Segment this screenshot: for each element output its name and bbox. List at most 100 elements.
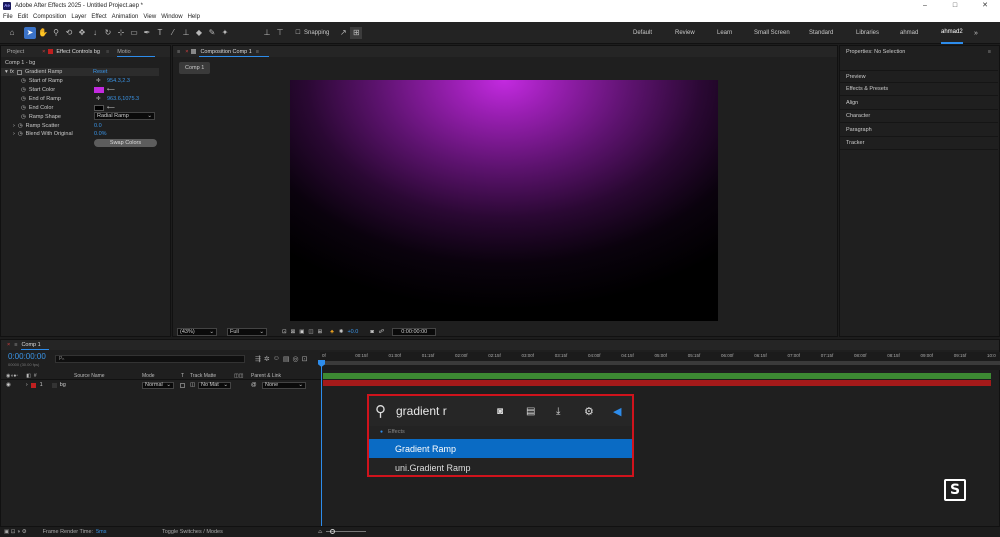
- distribute-icon[interactable]: ⊤: [274, 27, 286, 39]
- menu-composition[interactable]: Composition: [33, 14, 66, 20]
- tab-menu-icon[interactable]: ≡: [106, 49, 109, 55]
- panel-align[interactable]: Align: [840, 97, 998, 110]
- panel-preview[interactable]: Preview: [840, 70, 998, 83]
- anchor-tool-icon[interactable]: ⊹: [115, 27, 127, 39]
- end-color-swatch[interactable]: [94, 105, 104, 111]
- workspace-libraries[interactable]: Libraries: [856, 22, 879, 44]
- type-tool-icon[interactable]: T: [154, 27, 166, 39]
- reset-link[interactable]: Reset: [93, 69, 107, 75]
- close-tab-icon[interactable]: ×: [185, 49, 188, 55]
- stopwatch-icon[interactable]: ◷: [21, 96, 26, 102]
- snap-edge-icon[interactable]: ↗: [337, 27, 349, 39]
- channel-icon[interactable]: ⊞: [318, 329, 323, 335]
- maximize-button[interactable]: □: [940, 0, 970, 11]
- puppet-tool-icon[interactable]: ✦: [219, 27, 231, 39]
- menu-edit[interactable]: Edit: [18, 14, 28, 20]
- switches-icon[interactable]: ◫◫: [234, 373, 243, 379]
- tab-comp1-timeline[interactable]: Comp 1: [21, 342, 40, 348]
- menu-effect[interactable]: Effect: [91, 14, 106, 20]
- dolly-tool-icon[interactable]: ↓: [89, 27, 101, 39]
- expand-icon[interactable]: ›: [26, 382, 28, 388]
- layer-search-input[interactable]: Ρₕ: [55, 355, 245, 363]
- workspace-small-screen[interactable]: Small Screen: [754, 22, 790, 44]
- panel-menu-icon[interactable]: ≡: [177, 49, 180, 55]
- workspace-learn[interactable]: Learn: [717, 22, 732, 44]
- tab-project[interactable]: Project: [7, 49, 24, 55]
- menu-animation[interactable]: Animation: [112, 14, 139, 20]
- layer-label-color[interactable]: [30, 382, 36, 388]
- status-icons[interactable]: ▣ ⊡ ◑ ⚙: [4, 529, 27, 535]
- composition-mini-flowchart-icon[interactable]: ⇶: [255, 355, 261, 363]
- panel-paragraph[interactable]: Paragraph: [840, 124, 998, 137]
- home-icon[interactable]: ⌂: [6, 27, 18, 39]
- zoom-slider-handle[interactable]: [330, 529, 335, 534]
- stopwatch-icon[interactable]: ◷: [21, 87, 26, 93]
- swap-colors-button[interactable]: Swap Colors: [94, 139, 157, 147]
- camera-icon[interactable]: ◙: [497, 406, 503, 417]
- snap-grid-icon[interactable]: ⊞: [350, 26, 363, 39]
- presets-icon[interactable]: ▤: [526, 406, 535, 417]
- download-icon[interactable]: ⤓: [556, 406, 560, 417]
- ramp-scatter-value[interactable]: 0.0: [94, 122, 102, 130]
- panel-effects-presets[interactable]: Effects & Presets: [840, 83, 998, 96]
- crosshair-icon[interactable]: ✛: [96, 96, 101, 102]
- end-of-ramp-value[interactable]: 963.6,1075.3: [107, 96, 139, 102]
- search-query[interactable]: gradient r: [396, 404, 447, 418]
- stopwatch-icon[interactable]: ◷: [21, 78, 26, 84]
- rotate-tool-icon[interactable]: ↻: [102, 27, 114, 39]
- graph-editor-icon[interactable]: ⊡: [302, 355, 308, 363]
- menu-help[interactable]: Help: [188, 14, 200, 20]
- eyedropper-icon[interactable]: ⟵: [107, 105, 115, 111]
- label-icon[interactable]: ◧: [26, 373, 31, 379]
- close-tab-icon[interactable]: ×: [42, 49, 45, 55]
- pickwhip-icon[interactable]: @: [251, 382, 257, 388]
- parent-select[interactable]: None ⌄: [262, 381, 306, 389]
- comp-sub-tab[interactable]: Comp 1: [179, 62, 211, 74]
- brush-tool-icon[interactable]: ⁄: [167, 27, 179, 39]
- mask-icon[interactable]: ▣: [299, 329, 304, 335]
- roto-tool-icon[interactable]: ✎: [206, 27, 218, 39]
- orbit-tool-icon[interactable]: ⟲: [63, 27, 75, 39]
- eyedropper-icon[interactable]: ⟵: [107, 87, 115, 93]
- eraser-tool-icon[interactable]: ◆: [193, 27, 205, 39]
- align-icon[interactable]: ⊥: [261, 27, 273, 39]
- col-t[interactable]: T: [181, 373, 184, 379]
- snapshot-icon[interactable]: ◙: [370, 329, 373, 335]
- tab-effect-controls[interactable]: Effect Controls bg: [56, 49, 100, 55]
- shy-icon[interactable]: ☺: [273, 355, 280, 363]
- col-track-matte[interactable]: Track Matte: [190, 373, 216, 379]
- layer-row[interactable]: ◉ › 1 bg Normal ⌄ ◫ No Mat ⌄ @ None ⌄: [1, 381, 321, 389]
- close-tab-icon[interactable]: ×: [7, 342, 10, 348]
- show-snapshot-icon[interactable]: ☍: [379, 329, 385, 335]
- frame-blending-icon[interactable]: ▤: [283, 355, 290, 363]
- stopwatch-icon[interactable]: ◷: [21, 114, 26, 120]
- start-of-ramp-value[interactable]: 954.3,2.3: [107, 78, 130, 84]
- workspace-standard[interactable]: Standard: [809, 22, 833, 44]
- eye-icon[interactable]: ◉: [6, 382, 11, 388]
- comp-viewer-canvas[interactable]: [290, 80, 718, 321]
- start-color-swatch[interactable]: [94, 87, 104, 93]
- workspace-ahmad[interactable]: ahmad: [900, 22, 918, 44]
- exposure-icon[interactable]: ✺: [339, 329, 344, 335]
- pen-tool-icon[interactable]: ✒: [141, 27, 153, 39]
- zoom-tool-icon[interactable]: ⚲: [50, 27, 62, 39]
- tab-menu-icon[interactable]: ≡: [14, 342, 17, 348]
- layer-name[interactable]: bg: [60, 382, 66, 388]
- expand-icon[interactable]: ▾: [5, 69, 8, 75]
- close-button[interactable]: ✕: [970, 0, 1000, 11]
- panel-tracker[interactable]: Tracker: [840, 137, 998, 150]
- zoom-out-icon[interactable]: ⌓: [318, 529, 322, 536]
- color-icon[interactable]: ♣: [330, 329, 334, 335]
- rectangle-tool-icon[interactable]: ▭: [128, 27, 140, 39]
- effect-row[interactable]: ▾ fx Gradient Ramp Reset: [1, 68, 159, 76]
- selection-tool-icon[interactable]: ➤: [24, 26, 36, 39]
- preserve-transparency-checkbox[interactable]: [180, 382, 185, 388]
- draft-3d-icon[interactable]: ✲: [264, 355, 270, 363]
- result-uni-gradient-ramp[interactable]: uni.Gradient Ramp: [369, 459, 632, 476]
- motion-blur-icon[interactable]: ◎: [293, 355, 299, 363]
- workspace-default[interactable]: Default: [633, 22, 652, 44]
- minimize-button[interactable]: –: [910, 0, 940, 11]
- layer-duration-bar[interactable]: [323, 380, 991, 386]
- resolution-select[interactable]: Full ⌄: [227, 328, 267, 336]
- col-mode[interactable]: Mode: [142, 373, 155, 379]
